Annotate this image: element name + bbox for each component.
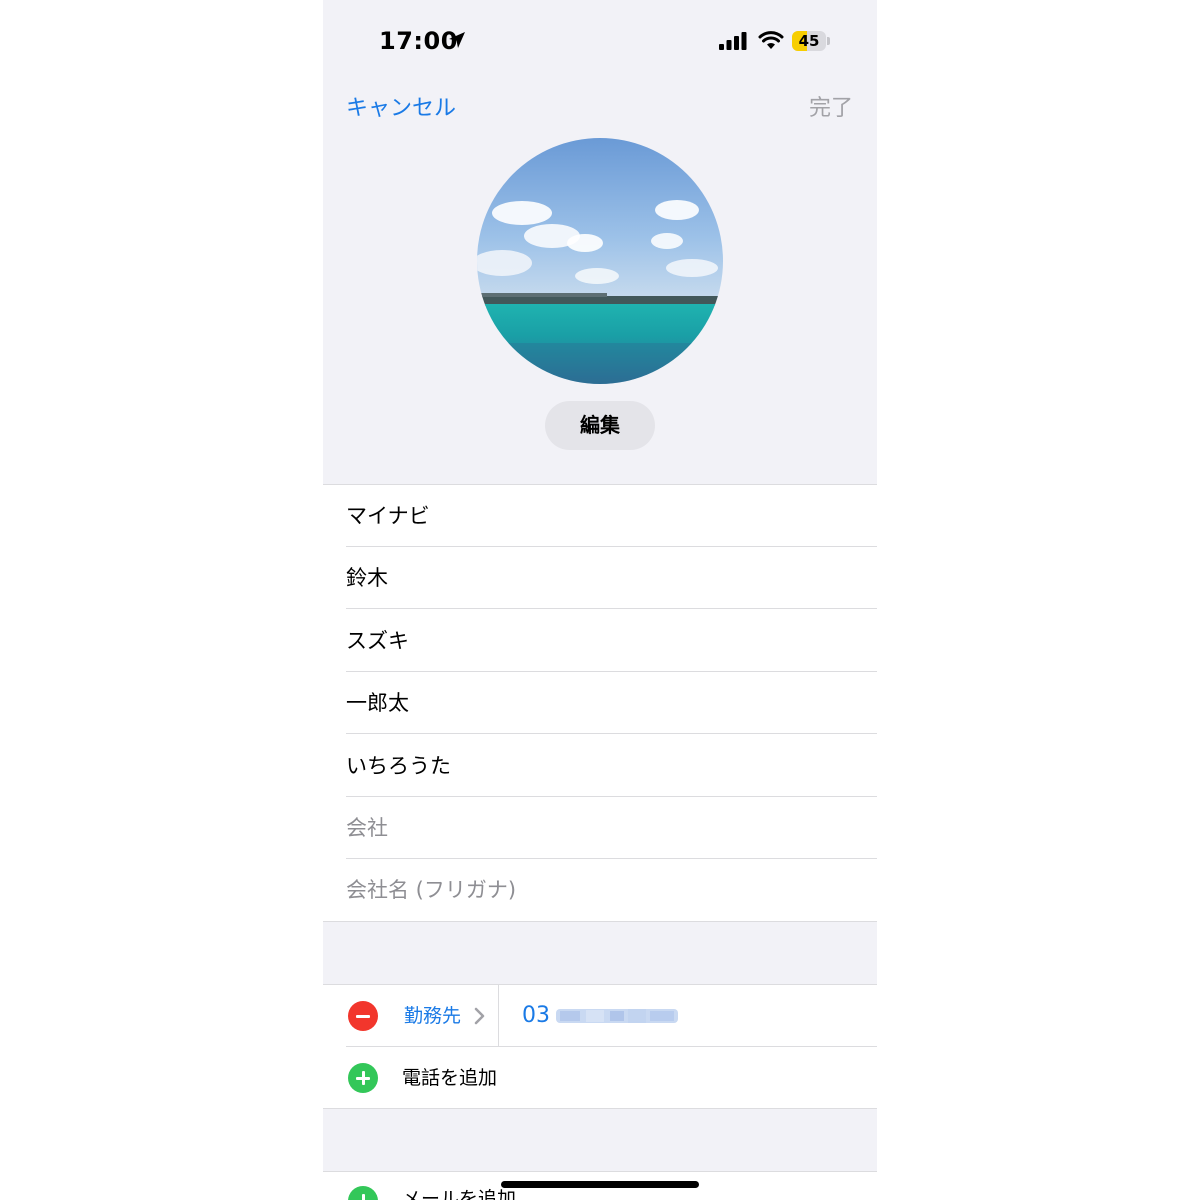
family-name-kana-field[interactable]: スズキ <box>346 610 409 672</box>
field-row-company-kana[interactable]: 会社名 (フリガナ) <box>323 859 877 921</box>
field-row-given-name-kana[interactable]: いちろうた <box>323 735 877 797</box>
field-row-company[interactable]: 会社 <box>323 797 877 859</box>
contact-photo[interactable] <box>477 138 723 384</box>
seascape-photo-image <box>477 138 723 384</box>
given-name-kana-field[interactable]: いちろうた <box>346 735 451 797</box>
add-email-button[interactable] <box>348 1186 378 1200</box>
cellular-signal-icon <box>719 32 747 50</box>
phone-number-field[interactable]: 03 <box>522 985 550 1047</box>
company-field[interactable]: 会社 <box>346 797 388 859</box>
last-name-field[interactable]: マイナビ <box>346 485 430 547</box>
contact-header: 17:00 45 キャンセル 完了 編集 <box>323 0 877 484</box>
phone-label-selector[interactable]: 勤務先 <box>404 985 461 1047</box>
battery-level-text: 45 <box>798 32 820 50</box>
section-gap <box>323 922 877 984</box>
home-indicator[interactable] <box>501 1181 699 1188</box>
remove-phone-button[interactable] <box>348 1001 378 1031</box>
minus-icon <box>356 1015 370 1018</box>
redacted-number-blur <box>556 1009 678 1023</box>
status-bar: 17:00 45 <box>323 0 877 80</box>
add-phone-label[interactable]: 電話を追加 <box>402 1047 497 1109</box>
section-gap <box>323 1109 877 1171</box>
company-kana-field[interactable]: 会社名 (フリガナ) <box>346 859 516 921</box>
done-button[interactable]: 完了 <box>809 90 853 122</box>
field-row-last-name-kanji[interactable]: 鈴木 <box>323 547 877 609</box>
location-arrow-icon <box>449 32 465 48</box>
field-row-last-name[interactable]: マイナビ <box>323 485 877 547</box>
edit-photo-button[interactable]: 編集 <box>545 401 655 450</box>
add-phone-row[interactable]: 電話を追加 <box>323 1047 877 1109</box>
edit-contact-screen: 17:00 45 キャンセル 完了 編集 マイナビ 鈴木 スズキ 一郎太 いちろ… <box>323 0 877 1200</box>
field-row-given-name[interactable]: 一郎太 <box>323 672 877 734</box>
phone-row: 勤務先 03 <box>323 985 877 1047</box>
chevron-right-icon <box>474 1007 485 1025</box>
add-phone-button[interactable] <box>348 1063 378 1093</box>
field-row-family-name-kana[interactable]: スズキ <box>323 610 877 672</box>
battery-icon: 45 <box>792 31 832 51</box>
divider <box>498 985 499 1047</box>
add-email-label[interactable]: メールを追加 <box>402 1168 516 1200</box>
family-name-field[interactable]: 鈴木 <box>346 547 388 609</box>
cancel-button[interactable]: キャンセル <box>346 90 456 122</box>
given-name-field[interactable]: 一郎太 <box>346 672 409 734</box>
wifi-icon <box>758 31 784 49</box>
